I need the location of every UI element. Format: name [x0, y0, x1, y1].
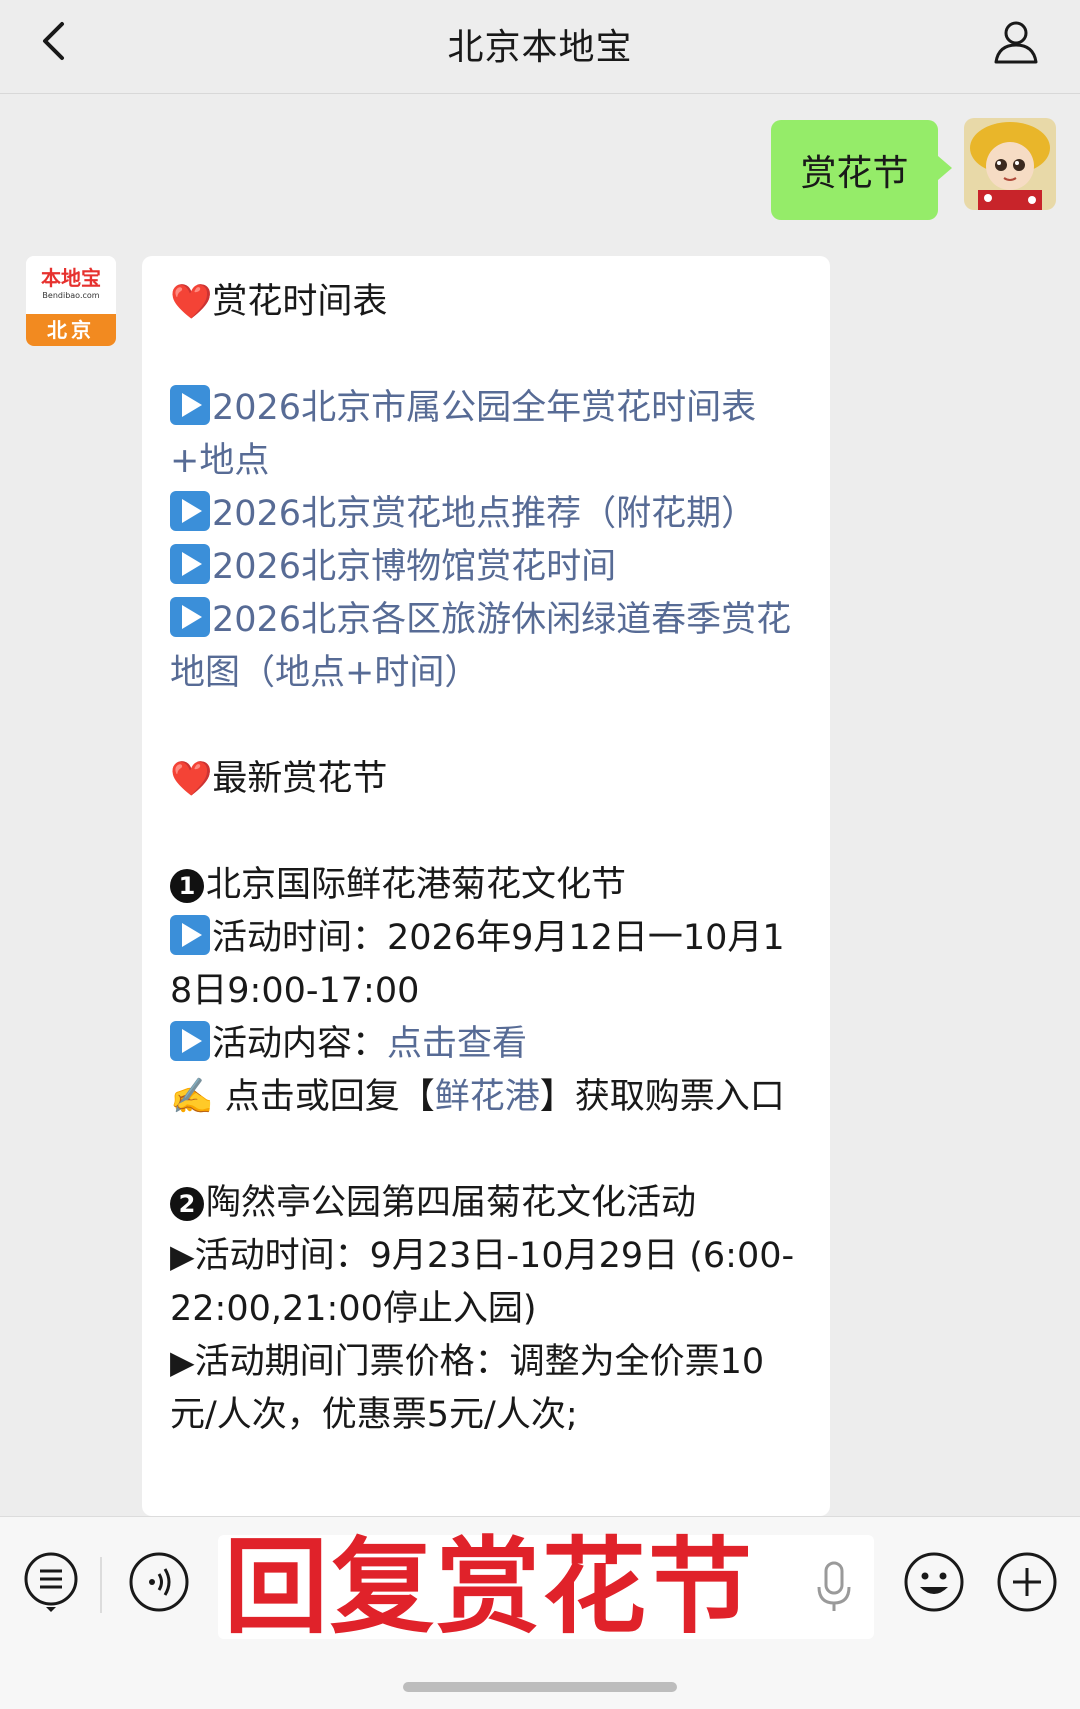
input-text: 回复赏花节: [224, 1526, 755, 1648]
user-avatar[interactable]: [964, 118, 1056, 210]
plus-icon[interactable]: [996, 1551, 1058, 1613]
bot-message-bubble: ❤️赏花时间表 2026北京市属公园全年赏花时间表+地点 2026北京赏花地点推…: [142, 256, 830, 1516]
link-item[interactable]: 2026北京市属公园全年赏花时间表+地点: [170, 382, 802, 488]
toolbar-divider: [100, 1557, 102, 1613]
number-badge-icon: 1: [170, 869, 204, 903]
event-content: 活动内容：点击查看: [170, 1018, 802, 1071]
keyword-link[interactable]: 鲜花港: [435, 1077, 540, 1117]
triangle-icon: ▶: [170, 1237, 195, 1275]
input-toolbar: 回复赏花节: [0, 1516, 1080, 1709]
event-price: ▶活动期间门票价格：调整为全价票10元/人次，优惠票5元/人次;: [170, 1342, 765, 1435]
number-badge-icon: 2: [170, 1187, 204, 1221]
play-icon: [170, 597, 210, 637]
event-reply-hint: ✍️ 点击或回复【鲜花港】获取购票入口: [170, 1077, 785, 1117]
triangle-icon: ▶: [170, 1343, 195, 1381]
section-heading: ❤️最新赏花节: [170, 759, 388, 799]
play-icon: [170, 1021, 210, 1061]
chat-title: 北京本地宝: [447, 27, 633, 68]
link-item[interactable]: 2026北京博物馆赏花时间: [170, 541, 802, 594]
logo-domain: Bendibao.com: [42, 291, 100, 300]
heart-icon: ❤️: [170, 282, 213, 322]
content-link[interactable]: 点击查看: [387, 1024, 527, 1064]
play-icon: [170, 544, 210, 584]
link-item[interactable]: 2026北京各区旅游休闲绿道春季赏花地图（地点+时间）: [170, 594, 802, 700]
user-message-text: 赏花节: [800, 153, 909, 194]
emoji-icon[interactable]: [903, 1551, 965, 1613]
event-title: 2 陶然亭公园第四届菊花文化活动: [170, 1177, 802, 1230]
user-message-bubble[interactable]: 赏花节: [771, 120, 952, 220]
play-icon: [170, 915, 210, 955]
voice-icon[interactable]: [128, 1551, 190, 1613]
event-title: 1 北京国际鲜花港菊花文化节: [170, 859, 802, 912]
writing-hand-icon: ✍️: [170, 1077, 214, 1117]
play-icon: [170, 385, 210, 425]
chat-header: 北京本地宝: [0, 0, 1080, 94]
profile-icon[interactable]: [990, 16, 1042, 68]
message-input[interactable]: 回复赏花节: [218, 1529, 874, 1645]
section-heading: ❤️赏花时间表: [170, 282, 388, 322]
event-time: 活动时间：2026年9月12日一10月18日9:00-17:00: [170, 912, 802, 1018]
link-item[interactable]: 2026北京赏花地点推荐（附花期）: [170, 488, 802, 541]
home-indicator[interactable]: [403, 1682, 677, 1692]
bot-avatar-logo: 本地宝 Bendibao.com: [26, 256, 116, 314]
play-icon: [170, 491, 210, 531]
logo-text: 本地宝: [41, 266, 101, 290]
menu-list-icon[interactable]: [20, 1551, 82, 1613]
microphone-icon[interactable]: [814, 1559, 854, 1615]
bot-avatar[interactable]: 本地宝 Bendibao.com 北京: [26, 256, 116, 346]
heart-icon: ❤️: [170, 759, 213, 799]
event-time: ▶活动时间：9月23日-10月29日 (6:00-22:00,21:00停止入园…: [170, 1236, 795, 1329]
bot-avatar-city: 北京: [26, 314, 116, 346]
user-avatar-image: [964, 118, 1056, 210]
